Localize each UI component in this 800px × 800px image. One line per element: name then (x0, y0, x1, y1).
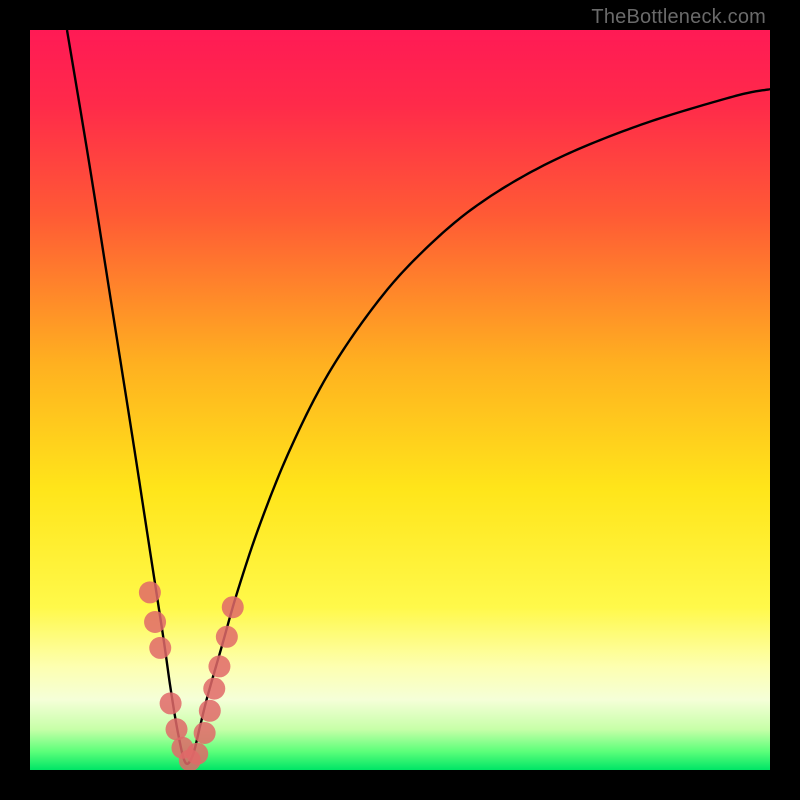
highlight-dot (149, 637, 171, 659)
highlight-dot (144, 611, 166, 633)
outer-frame: TheBottleneck.com (0, 0, 800, 800)
bottleneck-curve (67, 30, 770, 764)
highlight-dot (160, 692, 182, 714)
chart-svg (30, 30, 770, 770)
highlight-dot (203, 678, 225, 700)
highlight-dot (199, 700, 221, 722)
highlight-dot (216, 626, 238, 648)
highlight-dot (194, 722, 216, 744)
highlight-dot (186, 743, 208, 765)
plot-area (30, 30, 770, 770)
highlight-dots-group (139, 581, 244, 770)
highlight-dot (208, 655, 230, 677)
highlight-dot (139, 581, 161, 603)
highlight-dot (222, 596, 244, 618)
watermark-text: TheBottleneck.com (591, 6, 766, 29)
